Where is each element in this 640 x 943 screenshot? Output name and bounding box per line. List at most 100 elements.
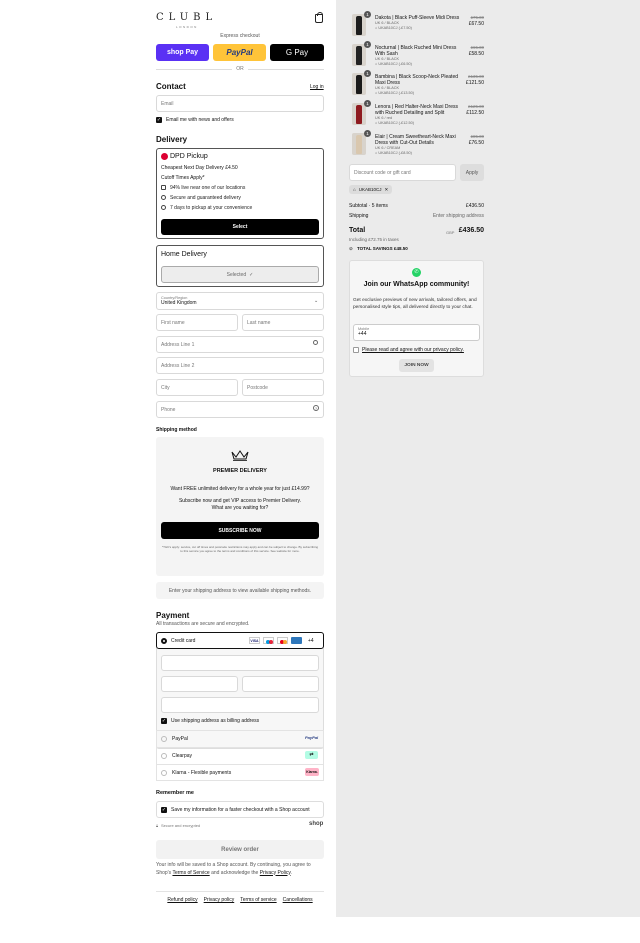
shipping-label: Shipping <box>349 213 369 219</box>
contact-title: Contact <box>156 82 186 91</box>
clock-icon <box>161 205 166 210</box>
dpd-cutoff: Cutoff Times Apply* <box>161 175 205 181</box>
shipping-method-title: Shipping method <box>156 427 197 433</box>
subscribe-now-button[interactable]: SUBSCRIBE NOW <box>161 522 319 539</box>
first-name-field[interactable]: First name <box>156 314 238 331</box>
clubl-logo[interactable]: CLUBL <box>156 12 217 23</box>
apply-discount-button[interactable]: Apply <box>460 164 484 181</box>
savings-label: TOTAL SAVINGS <box>357 246 393 251</box>
review-order-button[interactable]: Review order <box>156 840 324 859</box>
legal-end: . <box>290 869 292 876</box>
tag-icon: ⌂ <box>353 187 356 192</box>
join-now-button[interactable]: JOIN NOW <box>399 359 434 372</box>
applied-code: UKAB10CJ <box>358 187 382 192</box>
item-discount-code: ⌂ UKAB10CJ (-£6.50) <box>375 62 465 67</box>
credit-card-label: Credit card <box>171 638 196 644</box>
subtotal-label: Subtotal · 5 items <box>349 203 388 209</box>
city-field[interactable]: City <box>156 379 238 396</box>
paypal-payment-option[interactable]: PayPal <box>156 730 324 747</box>
express-checkout-label: Express checkout <box>220 33 260 39</box>
quantity-badge: 1 <box>364 11 371 18</box>
chevron-down-icon: ⌄ <box>314 298 319 304</box>
credit-card-radio[interactable] <box>161 638 167 644</box>
total-label: Total <box>349 227 366 234</box>
search-icon <box>313 340 318 345</box>
paypal-button[interactable]: PayPal <box>213 44 266 61</box>
dress-image <box>356 75 362 94</box>
delivery-title: Delivery <box>156 135 188 144</box>
item-discount-text: UKAB10CJ (-£13.50) <box>378 91 415 96</box>
billing-label: Use shipping address as billing address <box>171 718 260 724</box>
clearpay-radio[interactable] <box>161 753 167 759</box>
dpd-feature: Secure and guaranteed delivery <box>170 195 241 201</box>
footer-divider <box>156 891 324 892</box>
whatsapp-title: Join our WhatsApp community! <box>363 281 470 288</box>
address-line-2-field[interactable]: Address Line 2 <box>156 357 324 374</box>
dpd-select-button[interactable]: Select <box>161 219 319 235</box>
card-expiry-field[interactable] <box>161 676 238 692</box>
product-thumbnail <box>352 103 366 125</box>
help-icon[interactable]: ? <box>313 405 319 411</box>
login-link[interactable]: Log in <box>310 84 324 90</box>
footer-link-terms[interactable]: Terms of service <box>240 897 276 903</box>
newsletter-label: Email me with news and offers <box>166 117 234 123</box>
home-delivery-name: Home Delivery <box>161 251 207 258</box>
card-name-field[interactable] <box>161 697 319 713</box>
mastercard-icon <box>277 637 288 644</box>
klarna-radio[interactable] <box>161 770 167 776</box>
dress-image <box>356 105 362 124</box>
item-discount-code: ⌂ UKAB10CJ (-£13.50) <box>375 91 465 96</box>
item-price: £76.50 <box>468 140 484 146</box>
paypal-radio[interactable] <box>161 736 167 742</box>
email-field[interactable]: Email <box>156 95 324 112</box>
phone-field[interactable]: Phone <box>156 401 324 418</box>
savings-tag-icon: ⊘ <box>349 246 353 251</box>
clearpay-payment-option[interactable]: Clearpay <box>156 747 324 764</box>
product-thumbnail <box>352 133 366 155</box>
lock-icon <box>161 195 166 200</box>
klarna-payment-option[interactable]: Klarna - Flexible payments <box>156 764 324 781</box>
selected-label: Selected <box>226 271 247 278</box>
home-delivery-selected-button[interactable]: Selected ✓ <box>161 266 319 283</box>
clearpay-label: Clearpay <box>172 753 193 759</box>
remove-code-icon[interactable]: ✕ <box>384 187 388 193</box>
shopping-bag-icon[interactable] <box>315 11 323 23</box>
footer-link-refund[interactable]: Refund policy <box>167 897 197 903</box>
total-savings: TOTAL SAVINGS £48.50 <box>357 246 408 251</box>
paypal-label: PayPal <box>172 736 188 742</box>
dress-image <box>356 16 362 35</box>
payment-subtitle: All transactions are secure and encrypte… <box>156 621 250 627</box>
mobile-value: +44 <box>358 331 367 337</box>
privacy-policy-link[interactable]: Privacy Policy <box>260 870 291 876</box>
country-select[interactable]: Country/Region United Kingdom <box>156 292 324 310</box>
save-info-checkbox[interactable]: ✓ <box>161 807 167 813</box>
product-thumbnail <box>352 73 366 95</box>
terms-of-service-link[interactable]: Terms of Service <box>172 870 209 876</box>
premier-fineprint: *T&C's apply: service, cut off times and… <box>161 545 319 554</box>
newsletter-checkbox[interactable]: ✓ <box>156 117 162 123</box>
card-number-field[interactable] <box>161 655 319 671</box>
privacy-consent-link[interactable]: Please read and agree with our privacy p… <box>362 347 464 353</box>
postcode-field[interactable]: Postcode <box>242 379 324 396</box>
shop-pay-button[interactable]: shop Pay <box>156 44 209 61</box>
last-name-field[interactable]: Last name <box>242 314 324 331</box>
privacy-consent-checkbox[interactable] <box>353 347 359 353</box>
product-thumbnail <box>352 14 366 36</box>
google-pay-button[interactable]: G Pay <box>270 44 324 61</box>
product-thumbnail <box>352 44 366 66</box>
discount-code-field[interactable]: Discount code or gift card <box>349 164 456 181</box>
total-value: £436.50 <box>458 227 484 234</box>
mobile-field[interactable]: Mobile +44 <box>353 324 480 341</box>
legal-mid: and acknowledge the <box>211 869 259 876</box>
premier-text: Subscribe now and get VIP access to Prem… <box>178 498 302 504</box>
card-cvv-field[interactable] <box>242 676 319 692</box>
footer-link-privacy[interactable]: Privacy policy <box>204 897 235 903</box>
quantity-badge: 1 <box>364 41 371 48</box>
billing-checkbox[interactable]: ✓ <box>161 718 167 724</box>
clearpay-logo-icon: ⇄ <box>305 751 318 759</box>
premier-text: Want FREE unlimited delivery for a whole… <box>170 486 310 492</box>
address-line-1-field[interactable]: Address Line 1 <box>156 336 324 353</box>
footer-link-cancellations[interactable]: Cancellations <box>283 897 313 903</box>
cart-item-price: £85.00 £76.50 <box>444 134 484 146</box>
dress-image <box>356 135 362 154</box>
